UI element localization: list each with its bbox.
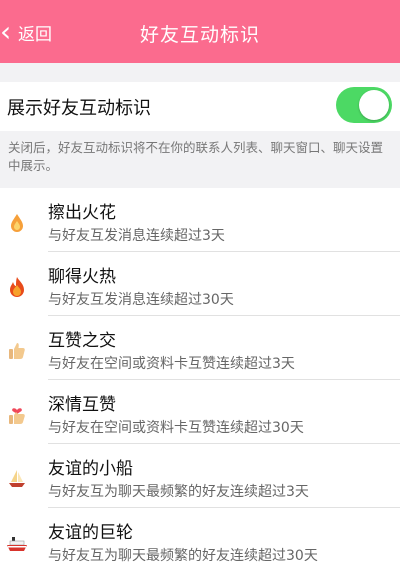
list-item[interactable]: 擦出火花 与好友互发消息连续超过3天 xyxy=(0,188,400,251)
list-item[interactable]: 互赞之交 与好友在空间或资料卡互赞连续超过3天 xyxy=(0,316,400,379)
list-item[interactable]: 深情互赞 与好友在空间或资料卡互赞连续超过30天 xyxy=(0,380,400,443)
item-title: 互赞之交 xyxy=(48,331,116,351)
toggle-knob xyxy=(359,90,389,120)
sailboat-icon xyxy=(9,470,25,487)
thumbs-up-icon xyxy=(9,343,25,359)
list-item[interactable]: 友谊的巨轮 与好友互为聊天最频繁的好友连续超过30天 xyxy=(0,508,400,571)
item-subtitle: 与好友在空间或资料卡互赞连续超过3天 xyxy=(48,356,295,372)
item-subtitle: 与好友在空间或资料卡互赞连续超过30天 xyxy=(48,420,304,436)
item-title: 聊得火热 xyxy=(48,267,116,287)
item-subtitle: 与好友互为聊天最频繁的好友连续超过30天 xyxy=(48,548,318,564)
setting-description: 关闭后，好友互动标识将不在你的联系人列表、聊天窗口、聊天设置中展示。 xyxy=(8,140,384,173)
item-title: 友谊的小船 xyxy=(48,459,133,479)
item-title: 深情互赞 xyxy=(48,395,116,415)
show-interaction-badges-toggle[interactable] xyxy=(336,87,392,123)
heart-thumbs-up-icon xyxy=(9,408,25,424)
item-subtitle: 与好友互为聊天最频繁的好友连续超过3天 xyxy=(48,484,309,500)
small-flame-icon xyxy=(11,214,23,232)
item-subtitle: 与好友互发消息连续超过30天 xyxy=(48,292,234,308)
list-item[interactable]: 友谊的小船 与好友互为聊天最频繁的好友连续超过3天 xyxy=(0,444,400,507)
navigation-bar: ‹ 返回 好友互动标识 xyxy=(0,0,400,63)
badge-list: 擦出火花 与好友互发消息连续超过3天 聊得火热 与好友互发消息连续超过30天 互… xyxy=(0,188,400,575)
list-item[interactable]: 聊得火热 与好友互发消息连续超过30天 xyxy=(0,252,400,315)
item-title: 友谊的巨轮 xyxy=(48,523,133,543)
item-title: 擦出火花 xyxy=(48,203,116,223)
big-flame-icon xyxy=(10,277,24,297)
item-subtitle: 与好友互发消息连续超过3天 xyxy=(48,228,225,244)
cruise-ship-icon xyxy=(7,537,27,551)
page-title: 好友互动标识 xyxy=(139,24,260,46)
setting-label: 展示好友互动标识 xyxy=(7,98,151,119)
